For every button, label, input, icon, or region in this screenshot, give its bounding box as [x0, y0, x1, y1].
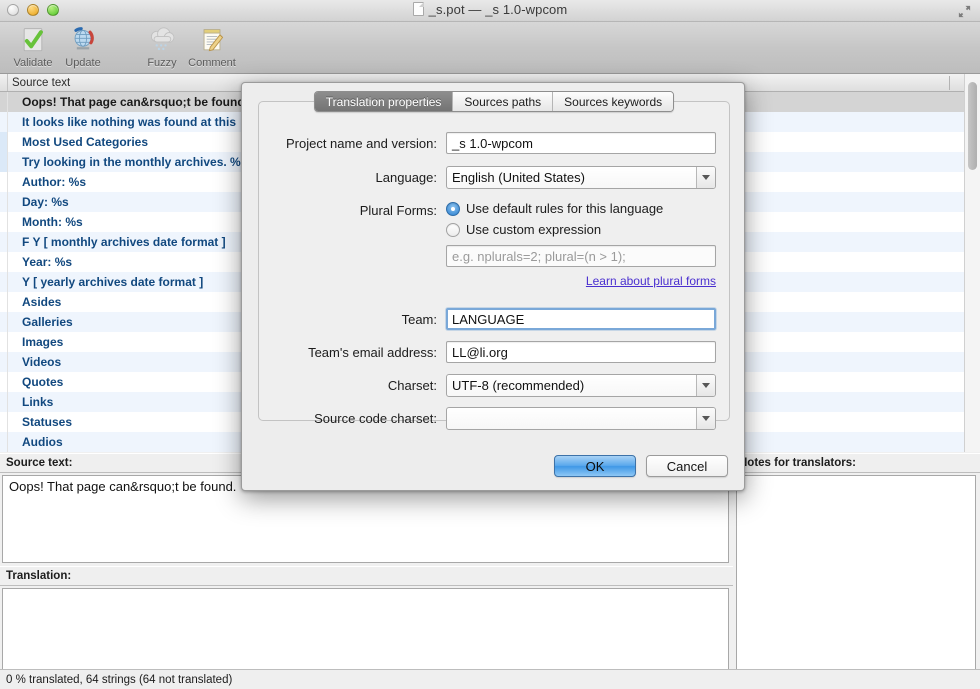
row-status-gutter [0, 92, 8, 112]
window-title-text: _s.pot — _s 1.0-wpcom [428, 2, 568, 17]
update-button[interactable]: Update [55, 24, 111, 72]
source-code-charset-row: Source code charset: [259, 407, 731, 430]
status-bar-text: 0 % translated, 64 strings (64 not trans… [6, 673, 233, 686]
language-label: Language: [375, 170, 437, 185]
ok-button[interactable]: OK [554, 455, 636, 477]
radio-selected-icon[interactable] [446, 201, 460, 216]
row-status-gutter [0, 412, 8, 432]
row-status-gutter [0, 432, 8, 452]
list-header-divider[interactable] [949, 76, 950, 90]
plural-link-wrap: Learn about plural forms [446, 272, 716, 290]
source-code-charset-combobox[interactable] [446, 407, 716, 430]
source-code-charset-label: Source code charset: [314, 411, 437, 426]
language-row: Language: English (United States) [259, 166, 731, 189]
language-combobox-value: English (United States) [452, 170, 585, 185]
row-status-gutter [0, 312, 8, 332]
notes-for-translators-box[interactable] [736, 475, 976, 671]
plural-custom-radio-option[interactable]: Use custom expression [446, 222, 716, 237]
window-title: _s.pot — _s 1.0-wpcom [0, 2, 980, 17]
row-status-gutter [0, 372, 8, 392]
team-email-row: Team's email address: LL@li.org [259, 341, 731, 363]
team-row: Team: LANGUAGE [259, 308, 731, 330]
row-status-gutter [0, 392, 8, 412]
row-status-gutter [0, 232, 8, 252]
application-window: _s.pot — _s 1.0-wpcom Validate Update Fu… [0, 0, 980, 689]
charset-row: Charset: UTF-8 (recommended) [259, 374, 731, 397]
document-icon [412, 2, 424, 16]
translation-properties-group: Project name and version: _s 1.0-wpcom L… [258, 101, 731, 430]
language-combobox[interactable]: English (United States) [446, 166, 716, 189]
plural-default-label: Use default rules for this language [466, 201, 664, 216]
chevron-down-icon[interactable] [696, 375, 715, 396]
fuzzy-button[interactable]: Fuzzy [134, 24, 190, 72]
plural-custom-label: Use custom expression [466, 222, 602, 237]
row-status-gutter [0, 332, 8, 352]
properties-dialog: Translation properties Sources paths Sou… [241, 82, 745, 491]
tab-sources-paths[interactable]: Sources paths [453, 92, 554, 111]
translation-input[interactable] [2, 588, 729, 676]
team-input[interactable]: LANGUAGE [446, 308, 716, 330]
dialog-tab-bar: Translation properties Sources paths Sou… [242, 91, 746, 112]
list-header-gutter [0, 74, 8, 91]
dialog-button-row: OK Cancel [554, 455, 728, 477]
team-email-input[interactable]: LL@li.org [446, 341, 716, 363]
validate-checkmark-icon [23, 28, 43, 52]
charset-label: Charset: [387, 378, 437, 393]
status-bar: 0 % translated, 64 strings (64 not trans… [0, 669, 980, 689]
row-status-gutter [0, 172, 8, 192]
chevron-down-icon[interactable] [696, 167, 715, 188]
comment-notepad-icon [203, 29, 224, 52]
learn-about-plural-forms-link[interactable]: Learn about plural forms [586, 274, 716, 288]
validate-button-label: Validate [13, 57, 53, 69]
main-toolbar: Validate Update Fuzzy Comment [0, 22, 980, 74]
row-status-gutter [0, 152, 8, 172]
update-globe-icon [74, 27, 94, 50]
tab-sources-keywords[interactable]: Sources keywords [553, 92, 674, 111]
row-status-gutter [0, 212, 8, 232]
translation-pane-title: Translation: [0, 566, 733, 586]
tab-translation-properties[interactable]: Translation properties [314, 92, 454, 111]
notes-pane-title: Notes for translators: [733, 453, 980, 473]
comment-button-label: Comment [188, 57, 236, 69]
fuzzy-button-label: Fuzzy [147, 57, 177, 69]
list-vertical-scrollbar[interactable] [964, 74, 980, 452]
charset-combobox-value: UTF-8 (recommended) [452, 378, 585, 393]
project-name-row: Project name and version: _s 1.0-wpcom [259, 132, 731, 154]
row-status-gutter [0, 352, 8, 372]
plural-default-radio-option[interactable]: Use default rules for this language [446, 201, 716, 216]
comment-button[interactable]: Comment [184, 24, 240, 72]
chevron-down-icon[interactable] [696, 408, 715, 429]
row-status-gutter [0, 292, 8, 312]
plural-forms-row: Plural Forms: Use default rules for this… [259, 201, 731, 290]
radio-unselected-icon[interactable] [446, 222, 460, 237]
charset-combobox[interactable]: UTF-8 (recommended) [446, 374, 716, 397]
row-status-gutter [0, 272, 8, 292]
title-bar: _s.pot — _s 1.0-wpcom [0, 0, 980, 22]
scrollbar-thumb[interactable] [968, 82, 977, 170]
notes-pane: Notes for translators: [733, 453, 980, 671]
fuzzy-clouds-icon [150, 27, 175, 51]
team-label: Team: [401, 311, 437, 327]
update-button-label: Update [65, 57, 101, 69]
plural-forms-label: Plural Forms: [359, 203, 437, 218]
validate-button[interactable]: Validate [5, 24, 61, 72]
cancel-button[interactable]: Cancel [646, 455, 728, 477]
project-name-label: Project name and version: [285, 135, 437, 151]
row-status-gutter [0, 252, 8, 272]
fullscreen-icon[interactable] [957, 4, 972, 19]
row-status-gutter [0, 112, 8, 132]
team-email-label: Team's email address: [308, 344, 437, 360]
plural-expression-input[interactable]: e.g. nplurals=2; plural=(n > 1); [446, 245, 716, 267]
project-name-input[interactable]: _s 1.0-wpcom [446, 132, 716, 154]
plural-forms-options: Use default rules for this language Use … [446, 201, 716, 290]
row-status-gutter [0, 132, 8, 152]
row-status-gutter [0, 192, 8, 212]
